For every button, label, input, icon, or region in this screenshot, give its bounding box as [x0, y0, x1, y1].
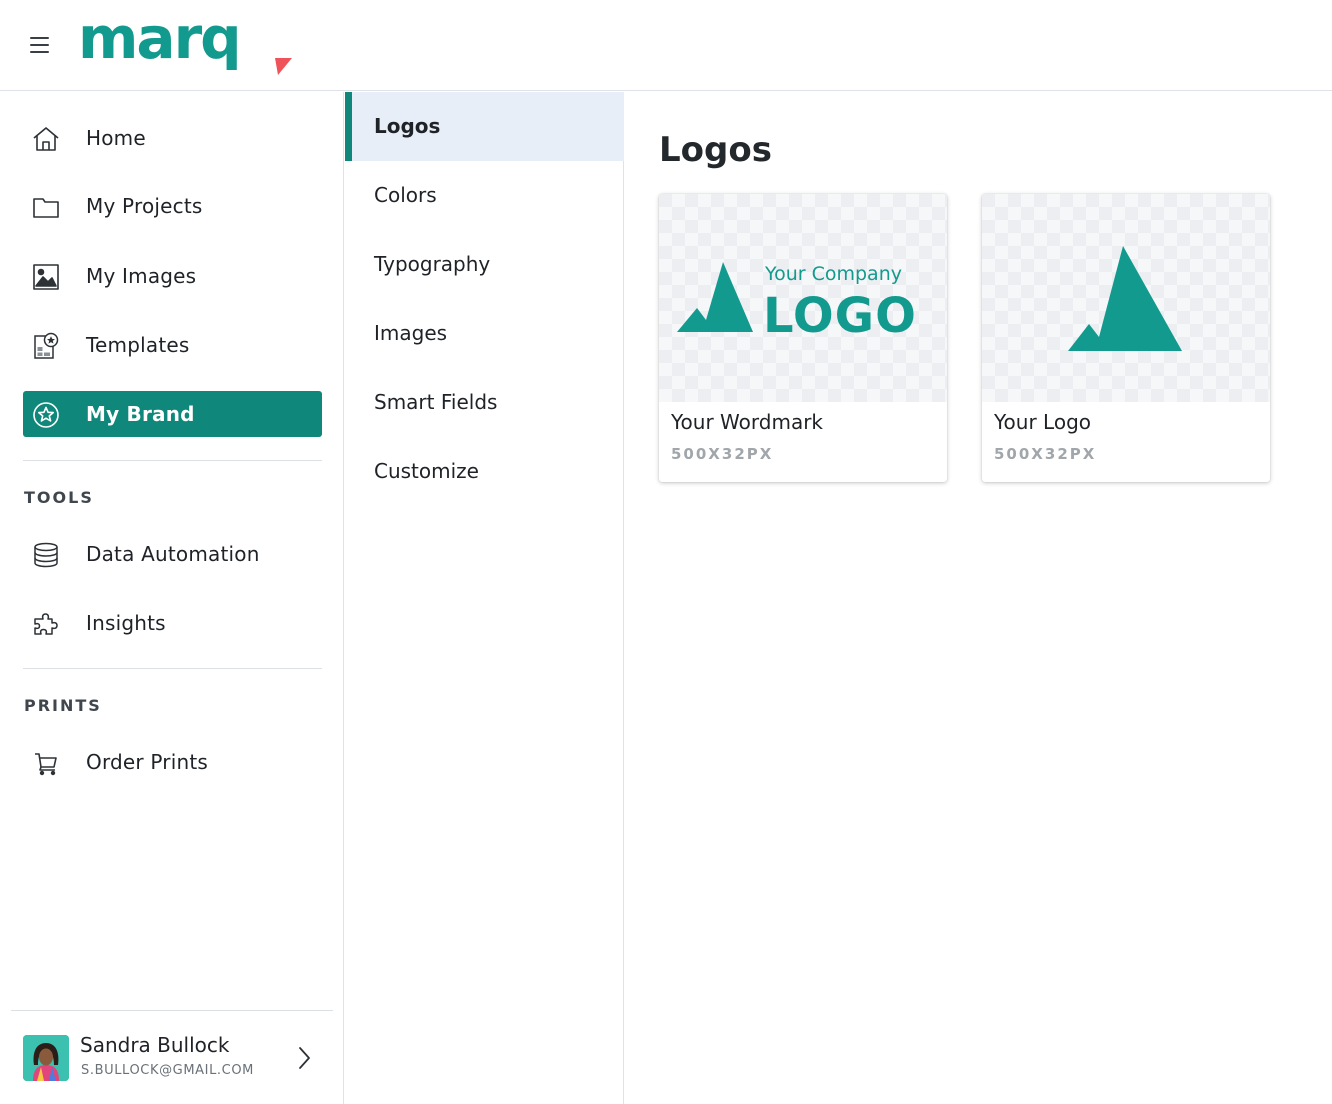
folder-icon [33, 198, 59, 218]
marq-logo[interactable]: marq [78, 14, 294, 78]
hamburger-menu-icon[interactable] [28, 35, 52, 55]
templates-icon [34, 332, 59, 359]
puzzle-icon [34, 613, 58, 635]
subnav-item-logos[interactable]: Logos [345, 92, 624, 161]
sidebar-item-my-brand[interactable]: My Brand [23, 391, 322, 437]
user-name: Sandra Bullock [80, 1033, 230, 1057]
page-title: Logos [659, 130, 772, 170]
sidebar-item-insights[interactable]: Insights [23, 600, 322, 646]
section-title-tools: TOOLS [24, 488, 94, 507]
user-email: S.BULLOCK@GMAIL.COM [81, 1063, 254, 1078]
sidebar-item-templates[interactable]: Templates [23, 322, 322, 368]
wordmark-line2: LOGO [763, 288, 917, 344]
top-header: marq [0, 0, 1332, 91]
brand-star-icon [33, 402, 59, 428]
image-icon [33, 264, 59, 290]
card-size: 500X32PX [994, 445, 1097, 463]
chevron-right-icon[interactable] [294, 1044, 314, 1072]
mountain-icon [1068, 246, 1182, 351]
user-divider [11, 1010, 333, 1011]
database-icon [34, 542, 58, 568]
user-profile[interactable]: Sandra Bullock S.BULLOCK@GMAIL.COM [23, 1033, 323, 1083]
cart-icon [35, 753, 57, 776]
wordmark-line1: Your Company [764, 263, 902, 285]
subnav-item-images[interactable]: Images [345, 299, 624, 368]
logo-card-wordmark[interactable]: Your Company LOGO Your Wordmark 500X32PX [659, 194, 947, 482]
brand-subnav: Logos Colors Typography Images Smart Fie… [345, 92, 624, 1104]
sidebar-item-my-images[interactable]: My Images [23, 253, 322, 299]
subnav-item-smart-fields[interactable]: Smart Fields [345, 368, 624, 437]
subnav-item-customize[interactable]: Customize [345, 437, 624, 506]
sidebar-divider [23, 460, 322, 461]
sidebar-item-my-projects[interactable]: My Projects [23, 183, 322, 229]
mountain-icon [677, 262, 753, 332]
subnav-item-typography[interactable]: Typography [345, 230, 624, 299]
avatar [23, 1035, 69, 1081]
home-icon [33, 127, 59, 151]
sidebar-item-order-prints[interactable]: Order Prints [23, 739, 322, 785]
section-title-prints: PRINTS [24, 696, 102, 715]
sidebar-divider [23, 668, 322, 669]
card-title: Your Wordmark [671, 410, 824, 434]
sidebar-item-home[interactable]: Home [23, 115, 322, 161]
card-size: 500X32PX [671, 445, 774, 463]
card-title: Your Logo [994, 410, 1092, 434]
logo-card-logo[interactable]: Your Logo 500X32PX [982, 194, 1270, 482]
logo-preview [982, 194, 1270, 402]
sidebar-item-data-automation[interactable]: Data Automation [23, 531, 322, 577]
subnav-item-colors[interactable]: Colors [345, 161, 624, 230]
sidebar: Home My Projects My Images Templates My [0, 92, 344, 1104]
wordmark-preview: Your Company LOGO [659, 194, 947, 402]
svg-text:marq: marq [78, 14, 240, 72]
main-content: Logos Your Company LOGO Your Wordmark 50… [625, 92, 1332, 1104]
